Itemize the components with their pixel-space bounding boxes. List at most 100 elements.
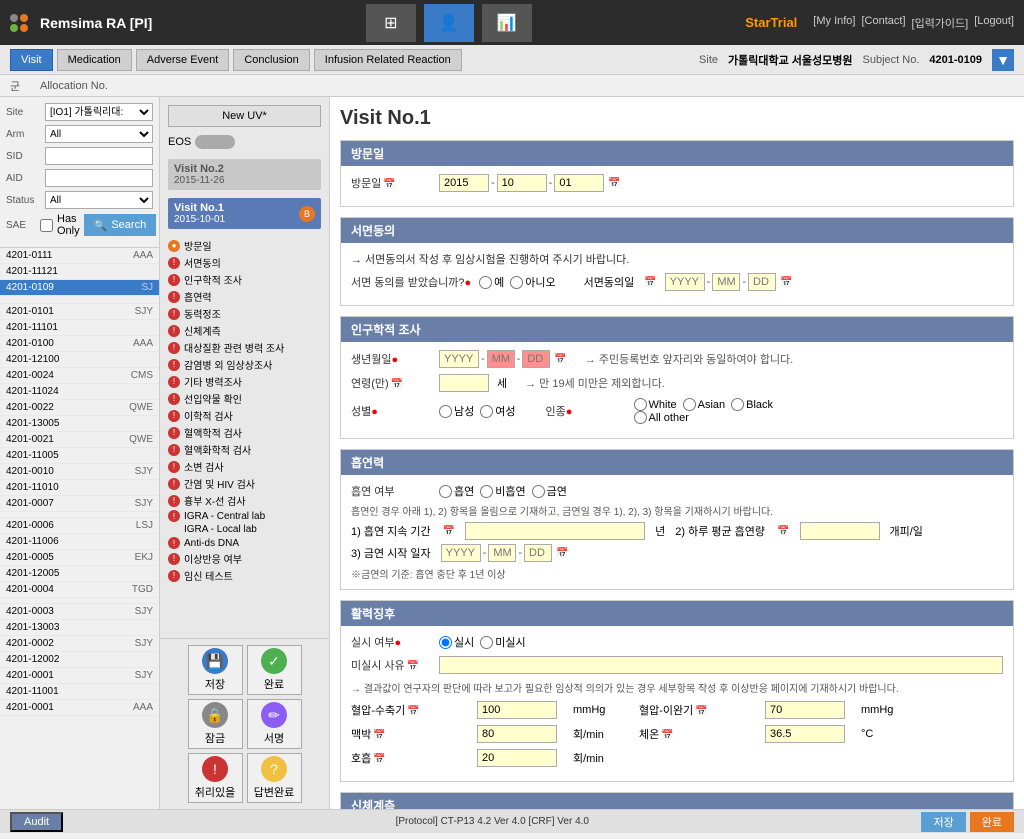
nav-item[interactable]: ! 간염 및 HIV 검사 [164,475,325,492]
consent-day-input[interactable] [748,273,776,291]
nav-icon-btn[interactable]: ⊞ [366,4,416,42]
breath-input[interactable] [477,749,557,767]
input-guide-link[interactable]: [입력가이드] [912,15,969,31]
audit-button[interactable]: Audit [10,812,63,832]
race-asian-radio[interactable] [683,398,696,411]
bp-sys-input[interactable] [477,701,557,719]
smoking-quit-day[interactable] [524,544,552,562]
bangmun-cal-icon[interactable]: 📅 [383,179,395,190]
nav-item[interactable]: ! 선입약물 확인 [164,390,325,407]
list-item[interactable]: 4201-0100 AAA [0,336,159,352]
smoking-avg-input[interactable] [800,522,880,540]
smoking-dur-cal[interactable]: 📅 [443,526,455,537]
site-filter-select[interactable]: [IO1] 가톨릭리대: [45,103,153,121]
birth-month-input[interactable] [487,350,515,368]
bangmun-cal-btn[interactable]: 📅 [608,178,620,189]
smoking-quit-year[interactable] [441,544,481,562]
smoking-opt3-label[interactable]: 금연 [532,483,567,499]
vital-no-radio[interactable] [480,636,493,649]
misil-input[interactable] [439,656,1003,674]
bp-dia-cal[interactable]: 📅 [695,706,707,717]
gender-male-label[interactable]: 남성 [439,403,474,419]
visit-item-inactive[interactable]: Visit No.2 2015-11-26 [168,159,321,190]
gender-female-label[interactable]: 여성 [480,403,515,419]
sae-checkbox[interactable] [40,219,53,232]
race-other-radio[interactable] [634,411,647,424]
nav-item[interactable]: ! 혈액학적 검사 [164,424,325,441]
list-item[interactable]: 4201-11024 [0,384,159,400]
consent-cal-icon[interactable]: 📅 [644,277,656,288]
tab-infusion[interactable]: Infusion Related Reaction [314,49,462,71]
bangmun-day-input[interactable] [554,174,604,192]
smoking-opt1-label[interactable]: 흡연 [439,483,474,499]
vital-yes-label[interactable]: 실시 [439,634,474,650]
status-save-button[interactable]: 저장 [921,812,965,832]
list-item[interactable]: 4201-11121 [0,264,159,280]
age-input[interactable] [439,374,489,392]
list-item[interactable]: 4201-0024 CMS [0,368,159,384]
nav-item[interactable]: ! IGRA - Central lab [164,509,325,523]
list-item[interactable]: 4201-11006 [0,534,159,550]
list-item[interactable]: 4201-0003 SJY [0,604,159,620]
vital-yes-radio[interactable] [439,636,452,649]
list-item[interactable]: 4201-0111 AAA [0,248,159,264]
race-black-label[interactable]: Black [731,398,773,411]
aid-filter-input[interactable] [45,169,153,187]
contact-link[interactable]: [Contact] [861,15,905,31]
list-item[interactable]: 4201-11001 [0,684,159,700]
nav-item[interactable]: ! 인구학적 조사 [164,271,325,288]
list-item[interactable]: 4201-0022 QWE [0,400,159,416]
user-icon-btn[interactable]: 👤 [424,4,474,42]
race-black-radio[interactable] [731,398,744,411]
smoking-opt2-label[interactable]: 비흡연 [480,483,525,499]
birth-cal-btn[interactable]: 📅 [554,354,566,365]
nav-item[interactable]: ! 임신 테스트 [164,567,325,584]
race-asian-label[interactable]: Asian [683,398,726,411]
list-item[interactable]: 4201-0001 AAA [0,700,159,716]
pulse-input[interactable] [477,725,557,743]
list-item[interactable]: 4201-0101 SJY [0,304,159,320]
list-item[interactable]: 4201-12005 [0,566,159,582]
new-uv-button[interactable]: New UV* [168,105,321,127]
temp-input[interactable] [765,725,845,743]
race-white-label[interactable]: White [634,398,677,411]
nav-item[interactable]: ! 감염병 외 임상상조사 [164,356,325,373]
list-item[interactable]: 4201-0001 SJY [0,668,159,684]
bangmun-month-input[interactable] [497,174,547,192]
my-info-link[interactable]: [My Info] [813,15,855,31]
search-button[interactable]: 🔍 Search [84,214,157,236]
gender-female-radio[interactable] [480,405,493,418]
bp-sys-cal[interactable]: 📅 [407,706,419,717]
list-item[interactable]: 4201-13005 [0,416,159,432]
bp-dia-input[interactable] [765,701,845,719]
list-item[interactable]: 4201-0006 LSJ [0,518,159,534]
list-item[interactable]: 4201-13003 [0,620,159,636]
misil-cal[interactable]: 📅 [407,661,419,672]
race-white-radio[interactable] [634,398,647,411]
nav-item[interactable]: ! 흡연력 [164,288,325,305]
smoking-opt1-radio[interactable] [439,485,452,498]
lock-button[interactable]: 🔒 잠금 [188,699,243,749]
list-item[interactable]: 4201-0007 SJY [0,496,159,512]
list-item[interactable]: 4201-11101 [0,320,159,336]
arm-filter-select[interactable]: All [45,125,153,143]
consent-yes-label[interactable]: 예 [479,274,504,290]
status-filter-select[interactable]: All [45,191,153,209]
eos-toggle[interactable] [195,135,235,149]
consent-year-input[interactable] [665,273,705,291]
list-item-selected[interactable]: 4201-0109 SJ [0,280,159,296]
breath-cal[interactable]: 📅 [373,754,385,765]
nav-item[interactable]: ! 소변 검사 [164,458,325,475]
birth-day-input[interactable] [522,350,550,368]
age-cal-icon[interactable]: 📅 [391,379,403,390]
list-item[interactable]: 4201-0005 EKJ [0,550,159,566]
smoking-dur-input[interactable] [465,522,645,540]
list-item[interactable]: 4201-0010 SJY [0,464,159,480]
sid-filter-input[interactable] [45,147,153,165]
list-item[interactable]: 4201-0021 QWE [0,432,159,448]
nav-item[interactable]: ! 동력정조 [164,305,325,322]
list-item[interactable]: 4201-0002 SJY [0,636,159,652]
tab-adverse-event[interactable]: Adverse Event [136,49,230,71]
nav-item[interactable]: ! 이학적 검사 [164,407,325,424]
list-item[interactable]: 4201-11010 [0,480,159,496]
